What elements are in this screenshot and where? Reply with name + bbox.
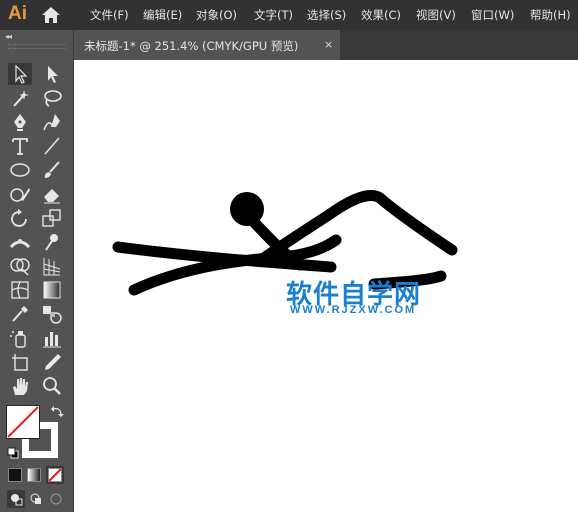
menu-help[interactable]: 帮助(H): [530, 7, 571, 23]
menu-view[interactable]: 视图(V): [416, 7, 456, 23]
hand-tool-icon[interactable]: [8, 375, 32, 397]
lasso-tool-icon[interactable]: [40, 87, 64, 109]
width-tool-icon[interactable]: [8, 231, 32, 253]
mesh-tool-icon[interactable]: [8, 279, 32, 301]
gradient-mode-icon[interactable]: [27, 468, 41, 482]
shaper-tool-icon[interactable]: [8, 183, 32, 205]
document-tab-title: 未标题-1* @ 251.4% (CMYK/GPU 预览): [84, 39, 299, 53]
app-logo: Ai: [8, 3, 27, 24]
menu-effect[interactable]: 效果(C): [361, 7, 401, 23]
menu-file[interactable]: 文件(F): [90, 7, 129, 23]
pen-tool-icon[interactable]: [8, 111, 32, 133]
fill-swatch[interactable]: [6, 405, 40, 439]
close-icon[interactable]: ×: [324, 38, 333, 51]
shape-builder-tool-icon[interactable]: [8, 255, 32, 277]
gradient-tool-icon[interactable]: [40, 279, 64, 301]
curvature-tool-icon[interactable]: [40, 111, 64, 133]
type-tool-icon[interactable]: [8, 135, 32, 157]
scale-tool-icon[interactable]: [40, 207, 64, 229]
menu-object[interactable]: 对象(O): [196, 7, 237, 23]
tools-panel: ◂◂: [0, 30, 74, 512]
artboard-tool-icon[interactable]: [8, 351, 32, 373]
draw-normal-icon[interactable]: [7, 490, 25, 508]
document-tab-strip: 未标题-1* @ 251.4% (CMYK/GPU 预览) ×: [74, 30, 578, 60]
menu-window[interactable]: 窗口(W): [471, 7, 514, 23]
figure-mountain-path[interactable]: [258, 190, 458, 264]
eraser-tool-icon[interactable]: [40, 183, 64, 205]
color-mode-icon[interactable]: [8, 468, 22, 482]
symbol-sprayer-tool-icon[interactable]: [8, 327, 32, 349]
blend-tool-icon[interactable]: [40, 303, 64, 325]
none-mode-icon[interactable]: [46, 466, 64, 484]
magic-wand-tool-icon[interactable]: [8, 87, 32, 109]
selection-tool-icon[interactable]: [8, 63, 32, 85]
watermark-url: WWW.RJZXW.COM: [290, 304, 417, 316]
perspective-grid-tool-icon[interactable]: [40, 255, 64, 277]
artboard-canvas[interactable]: 软件自学网 WWW.RJZXW.COM: [74, 60, 578, 512]
document-tab[interactable]: 未标题-1* @ 251.4% (CMYK/GPU 预览) ×: [74, 30, 340, 60]
slice-tool-icon[interactable]: [40, 351, 64, 373]
draw-behind-icon[interactable]: [27, 490, 45, 508]
collapse-panel-icon[interactable]: ◂◂: [5, 32, 12, 41]
menu-select[interactable]: 选择(S): [307, 7, 346, 23]
rotate-tool-icon[interactable]: [8, 207, 32, 229]
direct-selection-tool-icon[interactable]: [40, 63, 64, 85]
menu-type[interactable]: 文字(T): [254, 7, 293, 23]
menu-bar: Ai 文件(F) 编辑(E) 对象(O) 文字(T) 选择(S) 效果(C) 视…: [0, 0, 578, 30]
column-graph-tool-icon[interactable]: [40, 327, 64, 349]
paintbrush-tool-icon[interactable]: [40, 159, 64, 181]
eyedropper-tool-icon[interactable]: [8, 303, 32, 325]
default-colors-icon[interactable]: [7, 444, 19, 459]
panel-grip[interactable]: [8, 44, 66, 49]
none-swatch: [48, 468, 62, 482]
puppet-warp-tool-icon[interactable]: [40, 231, 64, 253]
home-icon[interactable]: [40, 5, 62, 25]
menu-edit[interactable]: 编辑(E): [143, 7, 182, 23]
line-segment-tool-icon[interactable]: [40, 135, 64, 157]
ellipse-tool-icon[interactable]: [8, 159, 32, 181]
draw-inside-icon[interactable]: [47, 490, 65, 508]
zoom-tool-icon[interactable]: [40, 375, 64, 397]
swap-colors-icon[interactable]: [50, 404, 64, 418]
